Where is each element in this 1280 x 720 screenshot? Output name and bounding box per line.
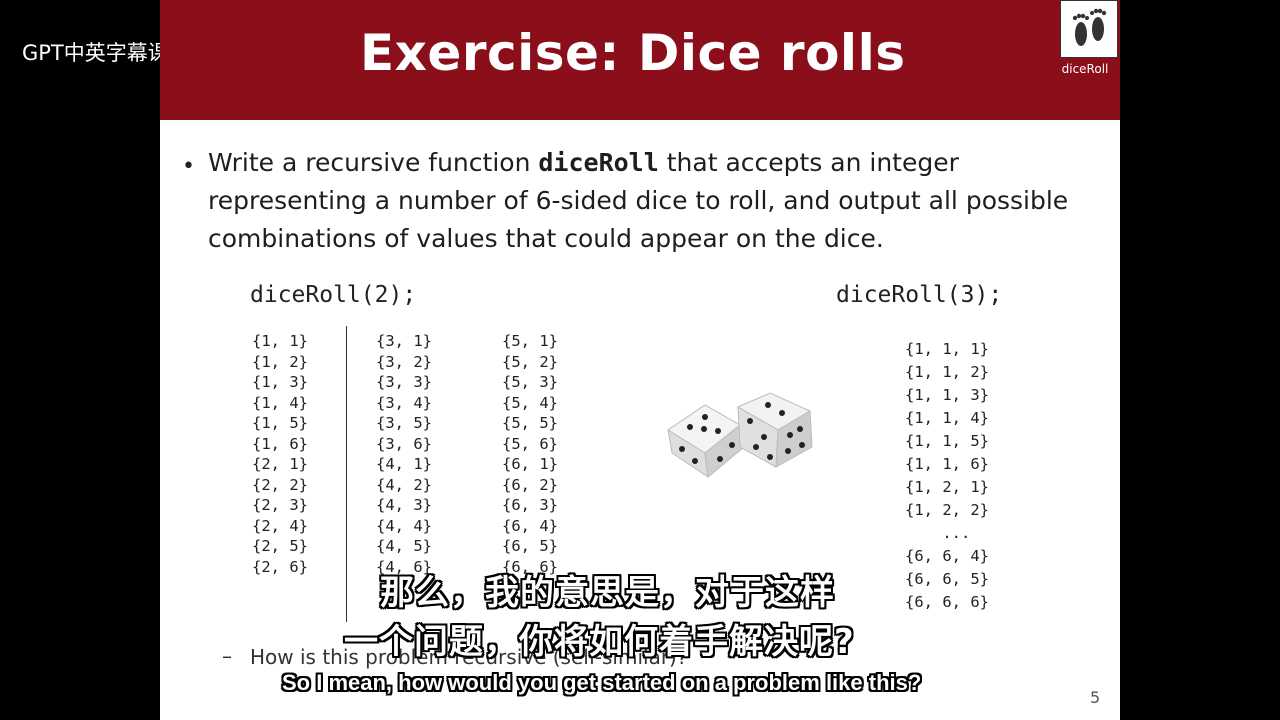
page-number: 5: [1090, 688, 1101, 707]
sub-bullet-dash: –: [222, 644, 232, 668]
subtitle-zh-line1: 那么，我的意思是，对于这样: [380, 573, 835, 613]
bullet-text-pre: Write a recursive function: [208, 148, 539, 177]
example-call-3: diceRoll(3);: [836, 282, 1003, 308]
subtitle-en: So I mean, how would you get started on …: [282, 670, 922, 695]
column-divider: [346, 326, 347, 622]
example-call-2: diceRoll(2);: [250, 282, 417, 308]
bullet-icon: •: [182, 154, 195, 179]
subtitle-zh-line2: 一个问题，你将如何着手解决呢?: [344, 622, 855, 662]
slide-title: Exercise: Dice rolls: [360, 24, 906, 82]
output-column-1: {1, 1} {1, 2} {1, 3} {1, 4} {1, 5} {1, 6…: [252, 332, 308, 576]
dice-image: [667, 392, 813, 479]
output-column-2: {3, 1} {3, 2} {3, 3} {3, 4} {3, 5} {3, 6…: [376, 332, 432, 576]
bullet-text: Write a recursive function diceRoll that…: [208, 144, 1108, 258]
die-left-icon: [667, 404, 745, 479]
output-column-3: {5, 1} {5, 2} {5, 3} {5, 4} {5, 5} {5, 6…: [502, 332, 558, 576]
corner-label: diceRoll: [1061, 62, 1109, 76]
output-column-3dice: {1, 1, 1} {1, 1, 2} {1, 1, 3} {1, 1, 4} …: [905, 340, 989, 611]
bullet-code: diceRoll: [538, 148, 659, 177]
footprint-icon: [1060, 0, 1118, 58]
die-right-icon: [736, 392, 813, 468]
